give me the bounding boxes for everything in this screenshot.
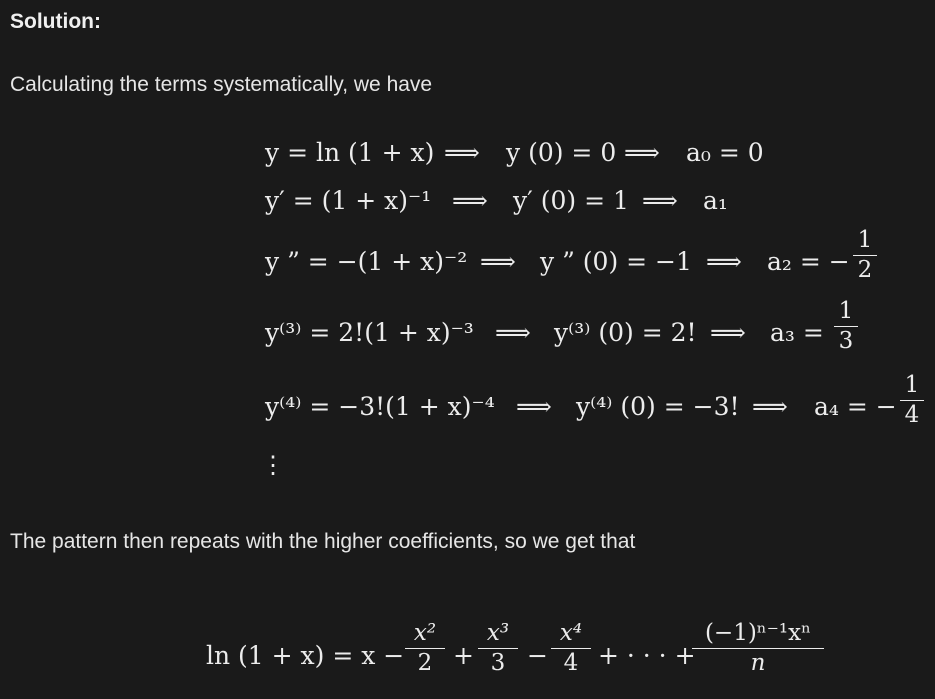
row-5-mid: y⁽⁴⁾ (0) = −3! (576, 392, 740, 421)
series-term-n-numerator: (−1)ⁿ⁻¹xⁿ (704, 620, 812, 646)
row-4-implies-2: ⟹ (710, 318, 746, 347)
vertical-dots: ⋮ (261, 451, 285, 479)
row-3-fraction-numerator: 1 (857, 227, 873, 253)
series-term-3-numerator: x³ (486, 620, 510, 646)
row-5-fraction-numerator: 1 (904, 372, 920, 398)
row-5-implies-2: ⟹ (752, 392, 788, 421)
series-lhs: ln (1 + x) = x − (206, 641, 405, 670)
row-2-implies-2: ⟹ (642, 186, 678, 215)
series-term-n-denominator: n (750, 650, 766, 676)
row-4-fraction-denominator: 3 (838, 328, 854, 354)
series-plus-1: + (453, 641, 474, 670)
row-4-implies-1: ⟹ (495, 318, 531, 347)
row-4-mid: y⁽³⁾ (0) = 2! (554, 318, 697, 347)
row-3-implies-1: ⟹ (480, 247, 516, 276)
row-3-implies-2: ⟹ (706, 247, 742, 276)
series-term-2: x² 2 (405, 622, 445, 675)
series-term-3: x³ 3 (478, 622, 518, 675)
series-minus-1: − (527, 641, 548, 670)
series-term-4: x⁴ 4 (551, 622, 591, 675)
row-1-mid: y (0) = 0 (506, 138, 617, 167)
row-4-fraction-numerator: 1 (838, 298, 854, 324)
row-5-fraction: 1 4 (900, 374, 924, 427)
row-4-lhs: y⁽³⁾ = 2!(1 + x)⁻³ (265, 318, 474, 347)
row-3-rhs: a₂ = − (767, 247, 850, 276)
series-term-2-denominator: 2 (417, 650, 433, 676)
row-2-rhs: a₁ (703, 186, 728, 215)
series-term-2-numerator: x² (413, 620, 437, 646)
row-2-mid: y′ (0) = 1 (513, 186, 629, 215)
row-4-fraction: 1 3 (834, 300, 858, 353)
row-3-mid: y ” (0) = −1 (540, 247, 692, 276)
row-3-lhs: y ” = −(1 + x)⁻² (265, 247, 468, 276)
series-term-4-numerator: x⁴ (559, 620, 583, 646)
row-1-implies-2: ⟹ (624, 138, 660, 167)
row-3-fraction: 1 2 (853, 229, 877, 282)
row-5-implies-1: ⟹ (516, 392, 552, 421)
row-5-lhs: y⁽⁴⁾ = −3!(1 + x)⁻⁴ (265, 392, 495, 421)
series-term-3-denominator: 3 (490, 650, 506, 676)
row-5-rhs: a₄ = − (814, 392, 897, 421)
row-1-rhs: a₀ = 0 (686, 138, 764, 167)
row-5-fraction-denominator: 4 (904, 402, 920, 428)
series-term-4-denominator: 4 (563, 650, 579, 676)
solution-heading: Solution: (10, 10, 101, 33)
row-2-lhs: y′ = (1 + x)⁻¹ (265, 186, 432, 215)
row-1-implies-1: ⟹ (444, 138, 480, 167)
intro-text: Calculating the terms systematically, we… (10, 73, 433, 96)
series-term-n: (−1)ⁿ⁻¹xⁿ n (692, 622, 824, 675)
pattern-text: The pattern then repeats with the higher… (10, 530, 636, 553)
row-2-implies-1: ⟹ (452, 186, 488, 215)
row-3-fraction-denominator: 2 (857, 257, 873, 283)
row-4-rhs: a₃ = (770, 318, 824, 347)
series-tail: + · · · + (598, 641, 696, 670)
row-1-lhs: y = ln (1 + x) (265, 138, 435, 167)
